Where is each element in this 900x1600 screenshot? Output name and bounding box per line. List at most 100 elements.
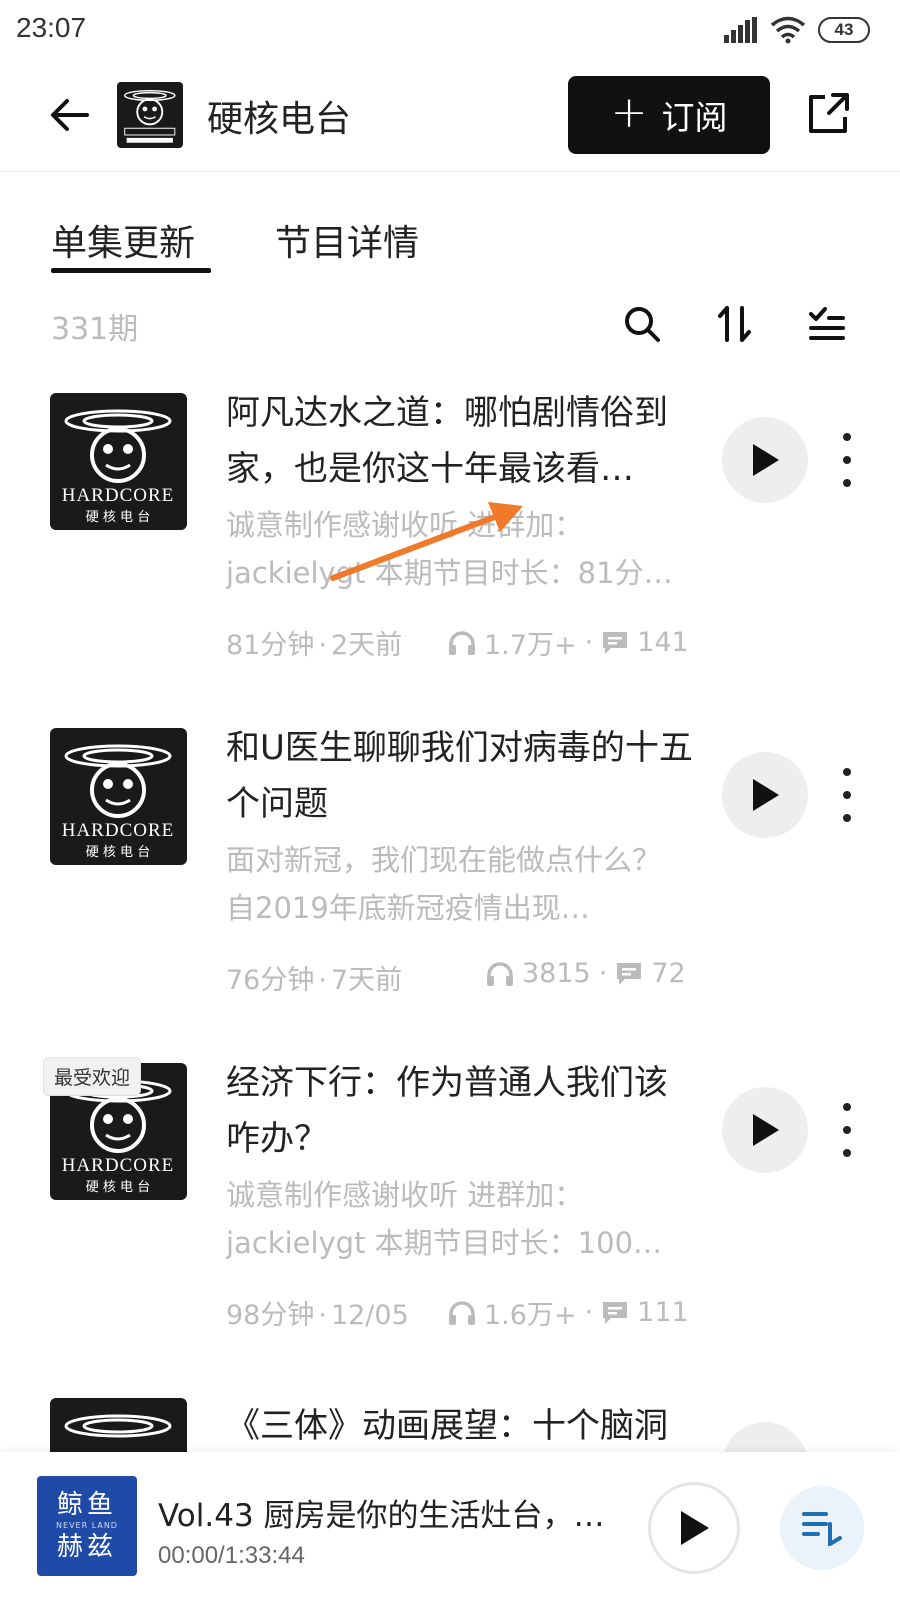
back-button[interactable] [44,90,94,140]
tab-active-indicator [51,268,211,273]
play-icon [753,444,779,476]
signal-icon [724,17,757,43]
cover-subtitle-text: 硬 核 电 台 [86,1180,150,1195]
checklist-icon [809,307,845,340]
episode-cover: HARDCORE 硬 核 电 台 [50,728,187,865]
play-icon [753,1114,779,1146]
episode-duration: 81分钟 [226,630,315,661]
episode-title[interactable]: 经济下行：作为普通人我们该咋办？ [226,1055,696,1167]
cover-subtitle-text: 硬 核 电 台 [86,510,150,525]
wifi-icon [770,16,806,44]
episode-plays: 1.7万+ [484,630,577,661]
episode-item[interactable]: 《三体》动画展望：十个脑洞 [0,1398,900,1452]
batch-select-button[interactable] [803,300,851,348]
status-time: 23:07 [16,12,87,43]
comment-icon [603,1301,628,1324]
episode-title[interactable]: 阿凡达水之道：哪怕剧情俗到家，也是你这十年最该看… [226,385,696,497]
play-icon [753,779,779,811]
more-icon [843,1103,851,1111]
episode-item[interactable]: HARDCORE 硬 核 电 台 和U医生聊聊我们对病毒的十五个问题 面对新冠，… [0,728,900,1048]
hardcore-logo-icon [117,82,183,148]
more-icon [843,768,851,776]
episode-comments: 141 [637,627,689,658]
search-button[interactable] [618,300,666,348]
battery-indicator: 43 [818,17,870,43]
hardcore-logo-icon: HARDCORE 硬 核 电 台 [50,728,187,865]
now-playing-cover: 鲸鱼 NEVER LAND 赫兹 [37,1476,137,1576]
comment-icon [617,962,642,985]
play-button[interactable] [722,1087,808,1173]
cover-brand-text: HARDCORE [62,485,175,506]
tab-details[interactable]: 节目详情 [275,214,419,266]
now-playing-cover-text-1: 鲸鱼 [56,1490,117,1520]
comment-icon [603,631,628,654]
episode-plays: 1.6万+ [484,1300,577,1331]
tab-bar: 单集更新 节目详情 [0,172,900,273]
more-icon [843,433,851,441]
episode-comments: 72 [651,958,686,989]
hardcore-logo-icon: HARDCORE 硬 核 电 台 [50,393,187,530]
search-icon [625,307,660,342]
podcast-cover [117,82,183,148]
episode-item[interactable]: 最受欢迎 HARDCORE 硬 核 电 台 经济下行：作为普通人我们该咋办？ 诚… [0,1057,900,1383]
podcast-title: 硬核电台 [207,99,352,140]
subscribe-button[interactable]: + 订阅 [568,76,770,154]
episode-plays: 3815 [522,958,591,989]
play-button[interactable] [722,417,808,503]
episode-date: 12/05 [330,1300,409,1331]
plus-icon: + [610,87,648,138]
tab-episodes[interactable]: 单集更新 [51,214,195,266]
headphones-icon [487,961,513,986]
episode-cover: HARDCORE 硬 核 电 台 [50,393,187,530]
subscribe-label: 订阅 [661,98,728,137]
back-arrow-icon [51,99,89,131]
episode-meta: 76分钟 · 7天前 3815 · 72 [226,958,686,996]
popular-badge: 最受欢迎 [43,1057,142,1096]
episode-comments: 111 [637,1297,689,1328]
list-toolbar: 331期 [0,290,900,360]
play-icon [681,1511,709,1545]
episode-description: 面对新冠，我们现在能做点什么？自2019年底新冠疫情出现… [226,843,662,925]
status-bar: 23:07 43 [0,0,900,64]
episode-meta: 81分钟 · 2天前 1.7万+ · 141 [226,623,696,663]
headphones-icon [449,630,475,655]
episode-stats: 1.7万+ · 141 [448,623,689,662]
now-playing-title[interactable]: Vol.43 厨房是你的生活灶台，… [158,1490,618,1535]
more-options-button[interactable] [834,1103,860,1157]
episode-item[interactable]: HARDCORE 硬 核 电 台 阿凡达水之道：哪怕剧情俗到家，也是你这十年最该… [0,393,900,713]
episode-date: 7天前 [330,965,403,996]
mini-player[interactable]: 鲸鱼 NEVER LAND 赫兹 Vol.43 厨房是你的生活灶台，… 00:0… [0,1452,900,1600]
episode-title[interactable]: 和U医生聊聊我们对病毒的十五个问题 [226,720,696,832]
cover-brand-text: HARDCORE [62,820,175,841]
mini-play-button[interactable] [648,1482,740,1574]
hardcore-logo-icon [50,1398,187,1452]
episode-title[interactable]: 《三体》动画展望：十个脑洞 [226,1398,696,1452]
header: 硬核电台 + 订阅 [0,64,900,172]
more-options-button[interactable] [834,433,860,487]
headphones-icon [449,1300,475,1325]
episode-duration: 76分钟 [226,965,315,996]
status-icons: 43 [724,16,870,44]
play-button[interactable] [722,1422,808,1452]
sort-icon [718,306,751,342]
episode-stats: 1.6万+ · 111 [448,1293,689,1332]
now-playing-time: 00:00/1:33:44 [158,1542,305,1569]
playlist-button[interactable] [780,1486,864,1570]
episode-count: 331期 [51,312,139,347]
episode-description: 诚意制作感谢收听 进群加：jackielygt 本期节目时长：100… [226,1178,663,1260]
share-icon [809,93,849,133]
episode-date: 2天前 [330,630,403,661]
now-playing-cover-text-3: 赫兹 [56,1532,117,1562]
episode-cover [50,1398,187,1452]
episode-duration: 98分钟 [226,1300,315,1331]
play-button[interactable] [722,752,808,838]
cover-subtitle-text: 硬 核 电 台 [86,845,150,860]
share-button[interactable] [800,86,856,142]
episode-meta: 98分钟 · 12/05 1.6万+ · 111 [226,1293,696,1333]
episode-stats: 3815 · 72 [486,958,686,989]
now-playing-cover-text-2: NEVER LAND [56,1521,118,1530]
playlist-icon [802,1512,842,1546]
more-options-button[interactable] [834,768,860,822]
episode-description: 诚意制作感谢收听 进群加：jackielygt 本期节目时长：81分… [226,508,673,590]
sort-button[interactable] [711,300,759,348]
